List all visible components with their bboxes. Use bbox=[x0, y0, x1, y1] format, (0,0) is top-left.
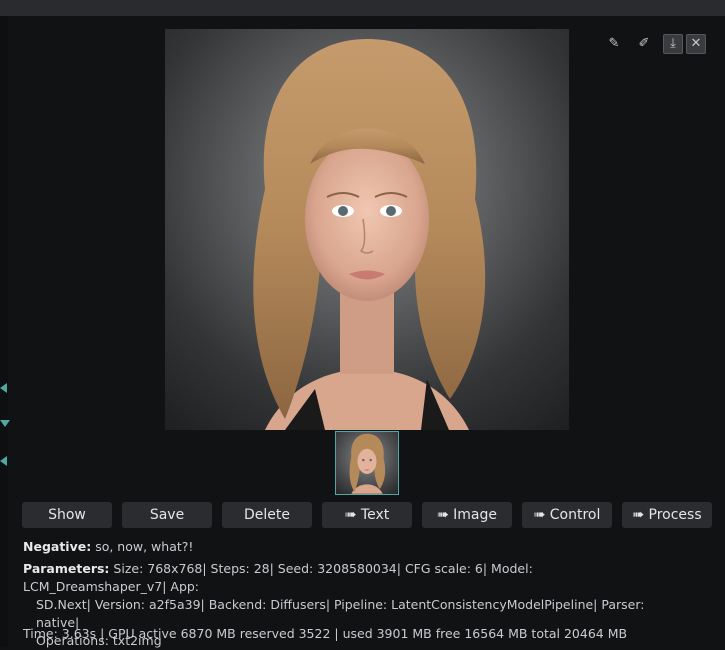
send-to-image-button[interactable]: ➠ Image bbox=[422, 502, 512, 528]
send-to-process-button[interactable]: ➠ Process bbox=[622, 502, 712, 528]
brush-icon[interactable]: ✐ bbox=[634, 34, 654, 54]
close-icon[interactable]: ✕ bbox=[686, 34, 706, 54]
pencil-icon[interactable]: ✎ bbox=[604, 34, 624, 54]
collapse-left-arrow-icon[interactable] bbox=[0, 383, 7, 393]
generated-image[interactable] bbox=[165, 29, 569, 430]
thumbnail-portrait bbox=[349, 433, 386, 494]
send-to-text-button[interactable]: ➠ Text bbox=[322, 502, 412, 528]
negative-prompt-info: Negative: so, now, what?! bbox=[23, 538, 193, 556]
top-bar bbox=[0, 0, 725, 16]
left-panel-edge bbox=[0, 16, 8, 647]
portrait-illustration bbox=[253, 39, 486, 430]
negative-value: so, now, what?! bbox=[95, 539, 194, 554]
gallery-thumbnail[interactable] bbox=[335, 431, 399, 495]
parameters-label: Parameters: bbox=[23, 561, 110, 576]
timing-info: Time: 3.63s | GPU active 6870 MB reserve… bbox=[23, 626, 628, 641]
show-button[interactable]: Show bbox=[22, 502, 112, 528]
negative-label: Negative: bbox=[23, 539, 92, 554]
save-button[interactable]: Save bbox=[122, 502, 212, 528]
expand-down-arrow-icon[interactable] bbox=[0, 420, 10, 427]
send-to-control-button[interactable]: ➠ Control bbox=[522, 502, 612, 528]
download-icon[interactable]: ⤓ bbox=[663, 34, 683, 54]
delete-button[interactable]: Delete bbox=[222, 502, 312, 528]
collapse-left-arrow-icon-2[interactable] bbox=[0, 456, 7, 466]
